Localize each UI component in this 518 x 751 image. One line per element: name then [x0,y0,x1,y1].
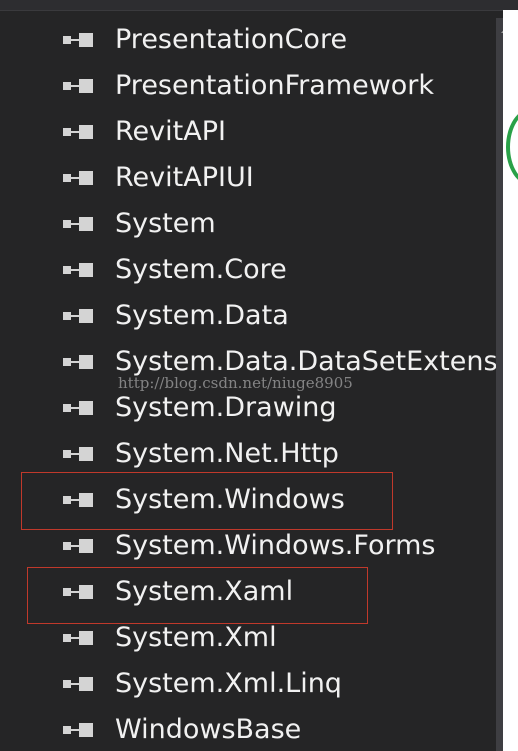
reference-item[interactable]: System.Data [0,294,496,340]
reference-label: PresentationCore [115,24,348,55]
reference-item[interactable]: System.Windows [0,478,496,524]
assembly-reference-icon [63,124,99,140]
reference-item[interactable]: RevitAPIUI [0,156,496,202]
assembly-reference-icon [63,722,99,738]
assembly-reference-icon [63,354,99,370]
reference-item[interactable]: System.Xml [0,616,496,662]
reference-label: System.Windows [115,484,345,515]
reference-label: System.Data [115,300,289,331]
reference-item[interactable]: System.Drawing [0,386,496,432]
reference-item[interactable]: System.Xaml [0,570,496,616]
assembly-reference-icon [63,538,99,554]
assembly-reference-icon [63,584,99,600]
reference-label: RevitAPIUI [115,162,254,193]
reference-label: WindowsBase [115,714,302,745]
solution-explorer-references: PresentationCore PresentationFramework Rev… [0,0,518,751]
assembly-reference-icon [63,308,99,324]
reference-label: System.Windows.Forms [115,530,436,561]
reference-label: System.Net.Http [115,438,339,469]
assembly-reference-icon [63,78,99,94]
reference-item[interactable]: PresentationFramework [0,64,496,110]
top-border [0,0,518,11]
assembly-reference-icon [63,492,99,508]
reference-item[interactable]: WindowsBase [0,708,496,751]
reference-item[interactable]: System.Windows.Forms [0,524,496,570]
reference-label: System.Xml [115,622,277,653]
assembly-reference-icon [63,262,99,278]
assembly-reference-icon [63,446,99,462]
reference-item[interactable]: System.Net.Http [0,432,496,478]
reference-label: RevitAPI [115,116,226,147]
watermark-text: http://blog.csdn.net/niuge8905 [118,374,353,392]
assembly-reference-icon [63,630,99,646]
assembly-reference-icon [63,216,99,232]
assembly-reference-icon [63,170,99,186]
assembly-reference-icon [63,676,99,692]
reference-label: System.Xml.Linq [115,668,342,699]
reference-item[interactable]: System [0,202,496,248]
reference-label: System [115,208,216,239]
reference-item[interactable]: RevitAPI [0,110,496,156]
reference-label: System.Drawing [115,392,337,423]
reference-label: System.Xaml [115,576,294,607]
reference-label: System.Core [115,254,287,285]
reference-label: PresentationFramework [115,70,435,101]
reference-item[interactable]: System.Xml.Linq [0,662,496,708]
reference-item[interactable]: PresentationCore [0,18,496,64]
reference-item[interactable]: System.Core [0,248,496,294]
assembly-reference-icon [63,32,99,48]
assembly-reference-icon [63,400,99,416]
